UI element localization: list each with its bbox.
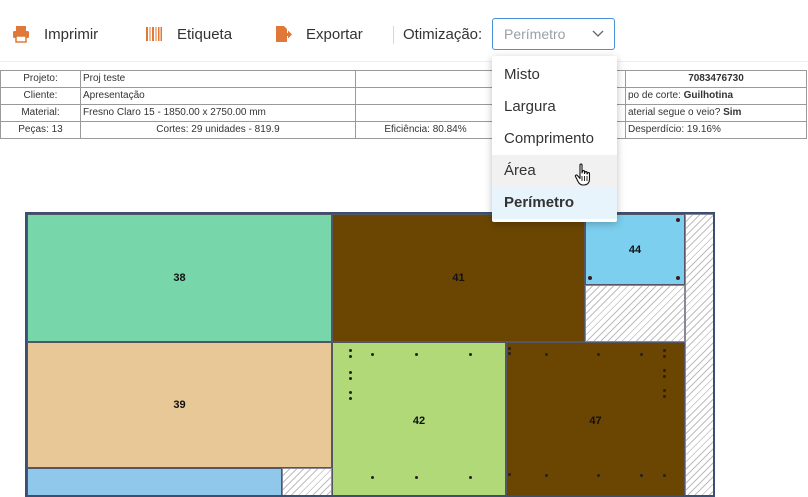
piece-label: 41 bbox=[452, 272, 465, 284]
grain-label: aterial segue o veio? bbox=[628, 107, 721, 118]
table-row: Peças: 13 Cortes: 29 unidades - 819.9 Ef… bbox=[0, 121, 807, 139]
project-info-table: Projeto: Proj teste 7083476730 Cliente: … bbox=[0, 70, 807, 139]
project-value: Proj teste bbox=[80, 70, 356, 88]
hole-marker bbox=[676, 218, 680, 222]
optimization-dropdown: Misto Largura Comprimento Área Perímetro bbox=[492, 56, 617, 222]
cut-type-cell: po de corte: Guilhotina bbox=[625, 87, 807, 105]
hole-marker bbox=[588, 276, 592, 280]
client-value: Apresentação bbox=[80, 87, 356, 105]
toolbar-underline bbox=[0, 61, 808, 62]
code-text: 7083476730 bbox=[688, 73, 744, 84]
cut-type-value: Guilhotina bbox=[683, 90, 734, 101]
drill-marker bbox=[663, 375, 666, 378]
waste-area bbox=[685, 214, 713, 495]
efficiency-value: Eficiência: 80.84% bbox=[355, 121, 496, 139]
drill-marker bbox=[469, 476, 472, 479]
drill-marker bbox=[371, 353, 374, 356]
drill-marker bbox=[349, 391, 352, 394]
label-label: Etiqueta bbox=[177, 25, 233, 43]
project-label: Projeto: bbox=[0, 70, 81, 88]
piece-label: 44 bbox=[628, 243, 642, 256]
label-button[interactable]: Etiqueta bbox=[145, 22, 232, 46]
drill-marker bbox=[663, 349, 666, 352]
waste-area bbox=[585, 285, 685, 342]
drill-marker bbox=[597, 353, 600, 356]
drill-marker bbox=[545, 353, 548, 356]
cuts-summary: Cortes: 29 unidades - 819.9 bbox=[80, 121, 356, 139]
option-misto[interactable]: Misto bbox=[492, 59, 617, 91]
export-button[interactable]: Exportar bbox=[274, 22, 363, 46]
piece-44[interactable]: 44 bbox=[585, 214, 685, 285]
table-row: Cliente: Apresentação po de corte: Guilh… bbox=[0, 87, 807, 105]
drill-marker bbox=[349, 349, 352, 352]
table-row: Material: Fresno Claro 15 - 1850.00 x 27… bbox=[0, 104, 807, 122]
cut-type-label: po de corte: bbox=[628, 90, 681, 101]
drill-marker bbox=[663, 389, 666, 392]
barcode-icon bbox=[145, 25, 163, 43]
cutting-plan: 38 41 44 39 42 47 bbox=[25, 212, 715, 497]
material-value: Fresno Claro 15 - 1850.00 x 2750.00 mm bbox=[80, 104, 356, 122]
drill-marker bbox=[545, 474, 548, 477]
piece-label: 38 bbox=[173, 272, 186, 284]
drill-marker bbox=[415, 476, 418, 479]
waste-value: Desperdício: 19.16% bbox=[625, 121, 807, 139]
drill-marker bbox=[349, 397, 352, 400]
piece-47[interactable]: 47 bbox=[506, 342, 685, 495]
optimization-select-value: Perímetro bbox=[504, 26, 566, 42]
piece-41[interactable]: 41 bbox=[332, 214, 585, 342]
piece-label: 47 bbox=[589, 414, 602, 427]
drill-marker bbox=[508, 352, 511, 355]
waste-area bbox=[282, 468, 332, 495]
drill-marker bbox=[663, 369, 666, 372]
piece-label: 39 bbox=[173, 399, 186, 411]
export-label: Exportar bbox=[306, 25, 363, 43]
grain-value: Sim bbox=[723, 107, 742, 118]
piece-42[interactable]: 42 bbox=[332, 342, 506, 495]
drill-marker bbox=[349, 371, 352, 374]
drill-marker bbox=[508, 347, 511, 350]
option-area[interactable]: Área bbox=[492, 155, 617, 187]
print-label: Imprimir bbox=[44, 25, 99, 43]
print-button[interactable]: Imprimir bbox=[12, 22, 98, 46]
piece-label: 42 bbox=[412, 414, 426, 427]
hand-cursor-icon bbox=[574, 163, 591, 186]
hole-marker bbox=[676, 276, 680, 280]
toolbar-divider bbox=[393, 26, 394, 44]
drill-marker bbox=[415, 353, 418, 356]
pieces-count: Peças: 13 bbox=[0, 121, 81, 139]
drill-marker bbox=[597, 474, 600, 477]
option-comprimento[interactable]: Comprimento bbox=[492, 123, 617, 155]
drill-marker bbox=[640, 474, 643, 477]
export-icon bbox=[274, 25, 292, 43]
grain-cell: aterial segue o veio? Sim bbox=[625, 104, 807, 122]
drill-marker bbox=[663, 395, 666, 398]
drill-marker bbox=[371, 476, 374, 479]
drill-marker bbox=[349, 355, 352, 358]
drill-marker bbox=[663, 474, 666, 477]
client-label: Cliente: bbox=[0, 87, 81, 105]
piece-bottom[interactable] bbox=[27, 468, 282, 495]
drill-marker bbox=[469, 353, 472, 356]
piece-38[interactable]: 38 bbox=[27, 214, 332, 342]
drill-marker bbox=[663, 355, 666, 358]
drill-marker bbox=[640, 353, 643, 356]
printer-icon bbox=[12, 25, 30, 43]
option-perimetro[interactable]: Perímetro bbox=[492, 187, 617, 219]
code-value: 7083476730 bbox=[625, 70, 807, 88]
material-label: Material: bbox=[0, 104, 81, 122]
toolbar: Imprimir Etiqueta Exportar Otimização: P… bbox=[0, 0, 808, 64]
option-largura[interactable]: Largura bbox=[492, 91, 617, 123]
optimization-select[interactable]: Perímetro bbox=[492, 18, 615, 50]
piece-39[interactable]: 39 bbox=[27, 342, 332, 468]
blank-cell bbox=[355, 70, 496, 88]
drill-marker bbox=[508, 473, 511, 476]
blank-cell bbox=[355, 87, 496, 105]
chevron-down-icon bbox=[592, 30, 604, 37]
blank-cell bbox=[355, 104, 496, 122]
drill-marker bbox=[349, 377, 352, 380]
optimization-label: Otimização: bbox=[403, 26, 483, 43]
table-row: Projeto: Proj teste 7083476730 bbox=[0, 70, 807, 88]
